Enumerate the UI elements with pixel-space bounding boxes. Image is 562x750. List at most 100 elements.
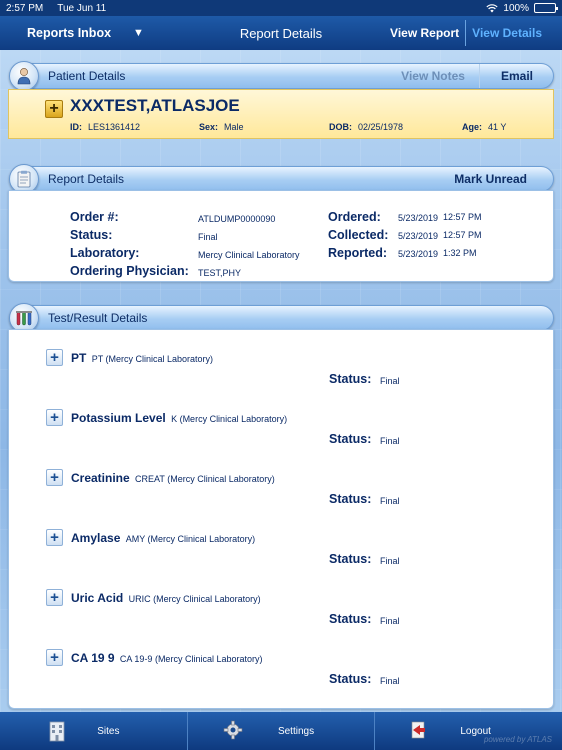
test-name: Creatinine CREAT (Mercy Clinical Laborat…: [71, 471, 275, 485]
test-name: Potassium Level K (Mercy Clinical Labora…: [71, 411, 287, 425]
tab-sites[interactable]: Sites: [0, 712, 187, 750]
test-code: CREAT (Mercy Clinical Laboratory): [135, 474, 275, 484]
status-label: Status:: [70, 228, 113, 242]
laboratory-label: Laboratory:: [70, 246, 140, 260]
laboratory-value: Mercy Clinical Laboratory: [198, 250, 300, 260]
ordered-label: Ordered:: [328, 210, 381, 224]
test-status-value: Final: [380, 436, 400, 446]
test-status-value: Final: [380, 556, 400, 566]
test-status-label: Status:: [329, 372, 372, 386]
reported-time: 1:32 PM: [443, 248, 477, 258]
test-status-label: Status:: [329, 432, 372, 446]
expand-test-plus-icon[interactable]: +: [46, 529, 63, 546]
report-details-body: Order #: ATLDUMP0000090 Status: Final La…: [8, 190, 554, 282]
collected-label: Collected:: [328, 228, 389, 242]
test-code: AMY (Mercy Clinical Laboratory): [125, 534, 256, 544]
patient-id: ID: LES1361412: [70, 122, 140, 132]
test-title: PT: [71, 351, 87, 365]
gear-icon: [223, 720, 242, 740]
patient-details-header: Patient Details View Notes Email: [9, 61, 554, 91]
tab-sites-label: Sites: [97, 725, 120, 737]
report-details-panel: Report Details Mark Unread Order #: ATLD…: [8, 164, 554, 282]
test-results-list: + PT PT (Mercy Clinical Laboratory) Stat…: [8, 329, 554, 709]
patient-dob-label: DOB:: [329, 122, 352, 132]
collected-time: 12:57 PM: [443, 230, 482, 240]
battery-percent: 100%: [503, 2, 529, 14]
ordered-date: 5/23/2019: [398, 213, 439, 223]
test-code: K (Mercy Clinical Laboratory): [171, 414, 288, 424]
test-status-value: Final: [380, 376, 400, 386]
email-button[interactable]: Email: [480, 69, 553, 83]
patient-id-label: ID:: [70, 122, 82, 132]
test-results-panel: Test/Result Details + PT PT (Mercy Clini…: [8, 303, 554, 709]
patient-details-panel: Patient Details View Notes Email + XXXTE…: [8, 61, 554, 139]
mark-unread-button[interactable]: Mark Unread: [454, 172, 527, 186]
view-notes-button[interactable]: View Notes: [401, 69, 479, 83]
status-date: Tue Jun 11: [57, 2, 107, 14]
patient-age-value: 41 Y: [488, 122, 507, 132]
test-row: + Amylase AMY (Mercy Clinical Laboratory…: [9, 529, 555, 589]
test-row: + Potassium Level K (Mercy Clinical Labo…: [9, 409, 555, 469]
patient-summary: + XXXTEST,ATLASJOE ID: LES1361412 Sex: Mal…: [8, 89, 554, 139]
tab-settings-label: Settings: [277, 725, 315, 737]
test-code: URIC (Mercy Clinical Laboratory): [128, 594, 261, 604]
patient-age: Age: 41 Y: [462, 122, 506, 132]
chevron-down-icon: ▼: [133, 27, 144, 39]
test-status-value: Final: [380, 676, 400, 686]
expand-test-plus-icon[interactable]: +: [46, 469, 63, 486]
test-status-label: Status:: [329, 612, 372, 626]
patient-details-title: Patient Details: [48, 69, 126, 83]
expand-test-plus-icon[interactable]: +: [46, 409, 63, 426]
report-details-header: Report Details Mark Unread: [9, 164, 554, 194]
test-row: + PT PT (Mercy Clinical Laboratory) Stat…: [9, 349, 555, 409]
test-status-label: Status:: [329, 552, 372, 566]
navigation-bar: Reports Inbox ▼ Report Details View Repo…: [0, 16, 562, 50]
view-details-button[interactable]: View Details: [466, 26, 562, 40]
ordering-physician-label: Ordering Physician:: [70, 264, 189, 278]
patient-sex: Sex: Male: [199, 122, 244, 132]
ordering-physician-value: TEST,PHY: [198, 268, 242, 278]
patient-dob: DOB: 02/25/1978: [329, 122, 403, 132]
test-title: Uric Acid: [71, 591, 124, 605]
test-status-value: Final: [380, 616, 400, 626]
status-value: Final: [198, 232, 218, 242]
test-title: Amylase: [71, 531, 121, 545]
expand-patient-plus-icon[interactable]: +: [45, 100, 63, 118]
test-status-label: Status:: [329, 492, 372, 506]
test-code: CA 19-9 (Mercy Clinical Laboratory): [119, 654, 263, 664]
test-code: PT (Mercy Clinical Laboratory): [91, 354, 214, 364]
report-details-title: Report Details: [48, 172, 125, 186]
reported-date: 5/23/2019: [398, 249, 439, 259]
expand-test-plus-icon[interactable]: +: [46, 589, 63, 606]
ordered-time: 12:57 PM: [443, 212, 482, 222]
test-title: Potassium Level: [71, 411, 166, 425]
test-results-title: Test/Result Details: [48, 311, 148, 325]
patient-age-label: Age:: [462, 122, 482, 132]
expand-test-plus-icon[interactable]: +: [46, 349, 63, 366]
test-row: + CA 19 9 CA 19-9 (Mercy Clinical Labora…: [9, 649, 555, 709]
reports-inbox-button[interactable]: Reports Inbox ▼: [0, 26, 170, 40]
collected-date: 5/23/2019: [398, 231, 439, 241]
status-bar: 2:57 PM Tue Jun 11 100%: [0, 0, 562, 16]
battery-icon: [534, 3, 558, 13]
reported-label: Reported:: [328, 246, 388, 260]
patient-sex-value: Male: [224, 122, 244, 132]
tab-bar: Sites Settings Logout powered by ATLAS: [0, 712, 562, 750]
test-status-label: Status:: [329, 672, 372, 686]
person-icon: [9, 61, 39, 91]
patient-dob-value: 02/25/1978: [358, 122, 404, 132]
view-report-button[interactable]: View Report: [390, 26, 465, 40]
patient-sex-label: Sex:: [199, 122, 219, 132]
test-name: Amylase AMY (Mercy Clinical Laboratory): [71, 531, 255, 545]
tab-settings[interactable]: Settings: [186, 712, 375, 750]
logout-icon: [412, 721, 426, 739]
tab-logout[interactable]: Logout powered by ATLAS: [374, 712, 562, 750]
patient-id-value: LES1361412: [88, 122, 141, 132]
expand-test-plus-icon[interactable]: +: [46, 649, 63, 666]
building-icon: [49, 721, 65, 742]
test-row: + Creatinine CREAT (Mercy Clinical Labor…: [9, 469, 555, 529]
test-name: PT PT (Mercy Clinical Laboratory): [71, 351, 213, 365]
test-status-value: Final: [380, 496, 400, 506]
test-title: Creatinine: [71, 471, 130, 485]
patient-name: XXXTEST,ATLASJOE: [70, 96, 240, 115]
